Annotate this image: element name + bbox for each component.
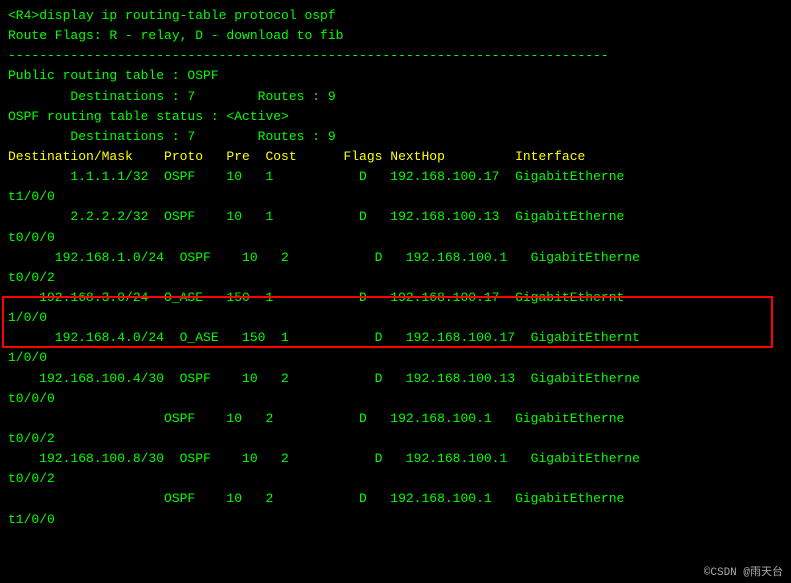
terminal-line: Destination/Mask Proto Pre Cost Flags Ne… [8,147,783,167]
terminal-line: Destinations : 7 Routes : 9 [8,87,783,107]
terminal-line: t0/0/2 [8,429,783,449]
terminal-line: t0/0/2 [8,268,783,288]
terminal-line: t1/0/0 [8,510,783,530]
terminal-line: Public routing table : OSPF [8,66,783,86]
terminal-line: 1/0/0 [8,348,783,368]
terminal-line: 2.2.2.2/32 OSPF 10 1 D 192.168.100.13 Gi… [8,207,783,227]
terminal-line: <R4>display ip routing-table protocol os… [8,6,783,26]
terminal-line: 192.168.4.0/24 O_ASE 150 1 D 192.168.100… [8,328,783,348]
terminal-line: t0/0/0 [8,389,783,409]
terminal-line: Destinations : 7 Routes : 9 [8,127,783,147]
terminal-line: 192.168.1.0/24 OSPF 10 2 D 192.168.100.1… [8,248,783,268]
terminal-line: t0/0/2 [8,469,783,489]
terminal-line: 1/0/0 [8,308,783,328]
terminal-window: <R4>display ip routing-table protocol os… [0,0,791,583]
terminal-line: ----------------------------------------… [8,46,783,66]
terminal-line: OSPF 10 2 D 192.168.100.1 GigabitEtherne [8,409,783,429]
terminal-line: OSPF routing table status : <Active> [8,107,783,127]
watermark: ©CSDN @雨天台 [704,563,783,579]
terminal-line: 192.168.100.8/30 OSPF 10 2 D 192.168.100… [8,449,783,469]
terminal-line: OSPF 10 2 D 192.168.100.1 GigabitEtherne [8,489,783,509]
terminal-line: 192.168.3.0/24 O_ASE 150 1 D 192.168.100… [8,288,783,308]
terminal-line: t0/0/0 [8,228,783,248]
terminal-line: Route Flags: R - relay, D - download to … [8,26,783,46]
terminal-line: 192.168.100.4/30 OSPF 10 2 D 192.168.100… [8,369,783,389]
terminal-line: 1.1.1.1/32 OSPF 10 1 D 192.168.100.17 Gi… [8,167,783,187]
terminal-line: t1/0/0 [8,187,783,207]
